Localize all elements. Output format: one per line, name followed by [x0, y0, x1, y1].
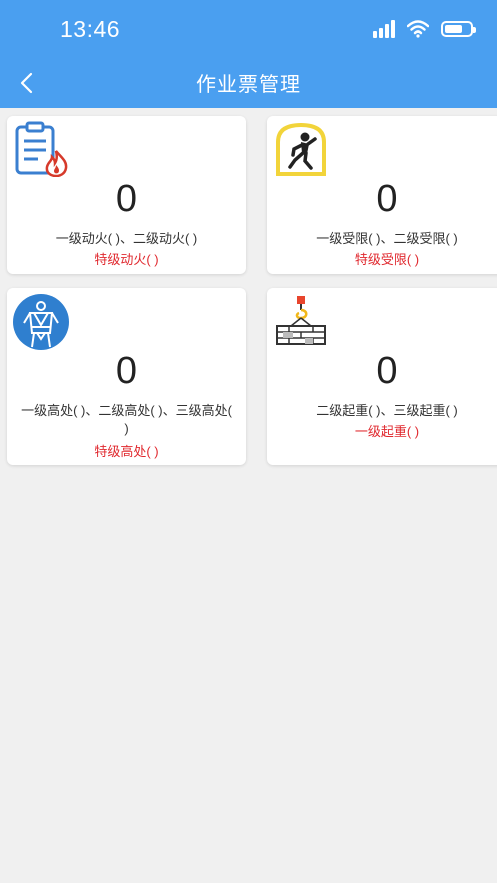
- permit-special-level: 一级起重( ): [354, 424, 420, 439]
- app-header: 13:46 作业票管理: [0, 0, 497, 108]
- permit-card-lifting[interactable]: 0 二级起重( )、三级起重( ) 一级起重( ): [267, 288, 497, 465]
- permit-count: 0: [115, 350, 138, 392]
- permit-count: 0: [376, 178, 398, 220]
- permit-level-summary: 二级起重( )、三级起重( ): [316, 403, 458, 418]
- safety-harness-icon: [13, 294, 69, 350]
- cellular-signal-icon: [373, 20, 395, 38]
- permit-special-level: 特级高处( ): [94, 444, 159, 459]
- permit-card-work-at-height[interactable]: 0 一级高处( )、二级高处( )、三级高处( ) 特级高处( ): [7, 288, 246, 465]
- permit-level-summary: 一级受限( )、二级受限( ): [316, 231, 458, 246]
- permit-special-level: 特级动火( ): [94, 252, 159, 267]
- confined-space-icon: [276, 122, 326, 176]
- battery-icon: [441, 21, 476, 37]
- permit-level-summary-wrap: ): [124, 421, 129, 436]
- permit-count: 0: [376, 350, 398, 392]
- permit-special-level: 特级受限( ): [354, 252, 420, 267]
- status-time: 13:46: [60, 16, 121, 42]
- permit-card-confined-space[interactable]: 0 一级受限( )、二级受限( ) 特级受限( ): [267, 116, 497, 274]
- permit-card-hot-work[interactable]: 0 一级动火( )、二级动火( ) 特级动火( ): [7, 116, 246, 274]
- hot-work-clipboard-icon: [15, 121, 68, 177]
- wifi-icon: [407, 20, 429, 38]
- permit-level-summary: 一级高处( )、二级高处( )、三级高处(: [21, 403, 232, 418]
- permit-count: 0: [115, 178, 138, 220]
- crane-hook-icon: [276, 296, 326, 345]
- permit-level-summary: 一级动火( )、二级动火( ): [55, 231, 198, 246]
- status-icons: [373, 20, 476, 38]
- page-title: 作业票管理: [196, 74, 301, 96]
